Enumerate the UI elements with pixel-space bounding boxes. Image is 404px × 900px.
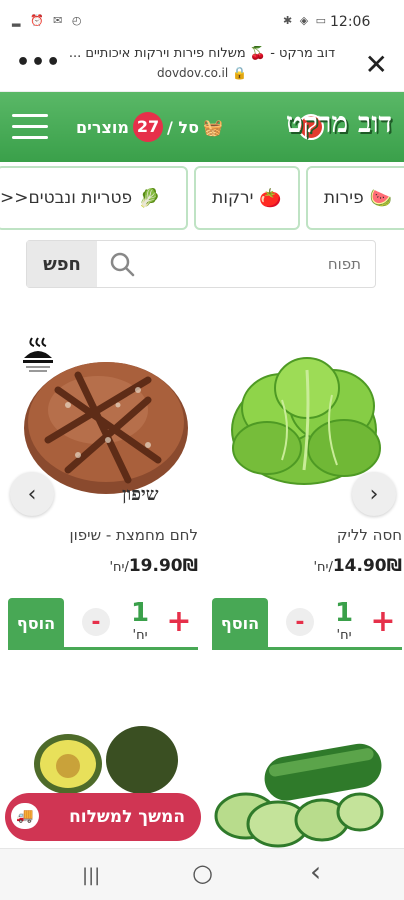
cart-count-badge: 27 <box>133 112 163 142</box>
status-right-icons: ✱ ◈ ▭ <box>283 14 329 27</box>
watermelon-icon: 🍉 <box>369 187 393 209</box>
add-to-cart-button[interactable]: הוסף <box>212 598 268 648</box>
lock-icon: 🔒 <box>228 66 247 80</box>
page-title: דוב מרקט - 🍒 משלוח פירות וירקות איכותיים… <box>68 46 336 61</box>
tomato-icon: 🍅 <box>259 187 282 209</box>
category-tabs: 🍉 פירות 🍅 ירקות 🥬 פטריות ונבטים << <box>0 164 404 234</box>
status-time: 12:06 <box>330 14 371 30</box>
recent-apps-icon[interactable]: ||| <box>82 865 100 886</box>
home-icon[interactable]: ○ <box>192 859 213 887</box>
product-name[interactable]: לחם מחמצת - שיפון <box>8 526 198 544</box>
product-price: 14.90₪/יח' <box>313 556 402 576</box>
leaf-icon: 🥬 <box>138 187 161 209</box>
system-nav-bar: ||| ○ ‹ <box>0 848 404 900</box>
quantity-unit: יח' <box>132 628 148 643</box>
back-icon[interactable]: ‹ <box>310 855 321 888</box>
product-name[interactable]: חסה לליק <box>212 526 402 544</box>
bakery-logo-icon <box>23 337 53 372</box>
more-categories-icon: << <box>0 188 29 208</box>
status-bar: ▂ ⏰ ✉ ◴ ✱ ◈ ▭ 12:06 <box>0 0 404 38</box>
cucumber-image <box>214 743 384 848</box>
truck-icon: 🚚 <box>11 803 39 829</box>
browser-menu-icon[interactable]: ••• <box>16 50 61 75</box>
avocado-image <box>34 726 178 794</box>
continue-to-delivery-button[interactable]: המשך למשלוח 🚚 <box>5 793 201 841</box>
decrease-quantity-button[interactable]: - <box>286 608 314 636</box>
tab-fruits[interactable]: 🍉 פירות <box>306 166 404 230</box>
search-bar: חפש <box>26 240 376 288</box>
page-url[interactable]: dovdov.co.il 🔒 <box>56 66 348 80</box>
carousel-prev-button[interactable]: ‹ <box>10 472 54 516</box>
add-to-cart-button[interactable]: הוסף <box>8 598 64 648</box>
status-left-icons: ▂ ⏰ ✉ ◴ <box>12 14 85 27</box>
site-header: 🧺 סל / 27 מוצרים דוב מרקט <box>0 92 404 162</box>
tab-mushrooms-sprouts[interactable]: 🥬 פטריות ונבטים << <box>0 166 188 230</box>
cart-items-label: מוצרים <box>76 117 129 137</box>
search-button[interactable]: חפש <box>27 241 97 287</box>
product-price: 19.90₪/יח' <box>109 556 198 576</box>
cart-label: סל / <box>167 117 199 137</box>
quantity-value[interactable]: 1 <box>324 598 364 628</box>
quantity-value[interactable]: 1 <box>120 598 160 628</box>
bread-image-label: שיפון <box>122 484 159 505</box>
logo-text: דוב מרקט <box>285 106 392 139</box>
increase-quantity-button[interactable]: + <box>368 604 398 639</box>
decrease-quantity-button[interactable]: - <box>82 608 110 636</box>
carousel-next-button[interactable]: › <box>352 472 396 516</box>
browser-bar: ••• דוב מרקט - 🍒 משלוח פירות וירקות איכו… <box>0 38 404 92</box>
hamburger-menu-icon[interactable] <box>12 114 48 140</box>
basket-icon: 🧺 <box>202 117 223 137</box>
increase-quantity-button[interactable]: + <box>164 604 194 639</box>
cart-button[interactable]: 🧺 סל / 27 מוצרים <box>76 112 223 142</box>
quantity-unit: יח' <box>336 628 352 643</box>
tab-vegetables[interactable]: 🍅 ירקות <box>194 166 300 230</box>
close-icon[interactable]: ✕ <box>365 48 388 81</box>
search-icon <box>110 252 135 277</box>
site-logo[interactable]: דוב מרקט <box>252 106 392 148</box>
quantity-controls: הוסף - 1 יח' + <box>212 598 402 650</box>
quantity-controls: הוסף - 1 יח' + <box>8 598 198 650</box>
search-input[interactable] <box>143 241 375 287</box>
